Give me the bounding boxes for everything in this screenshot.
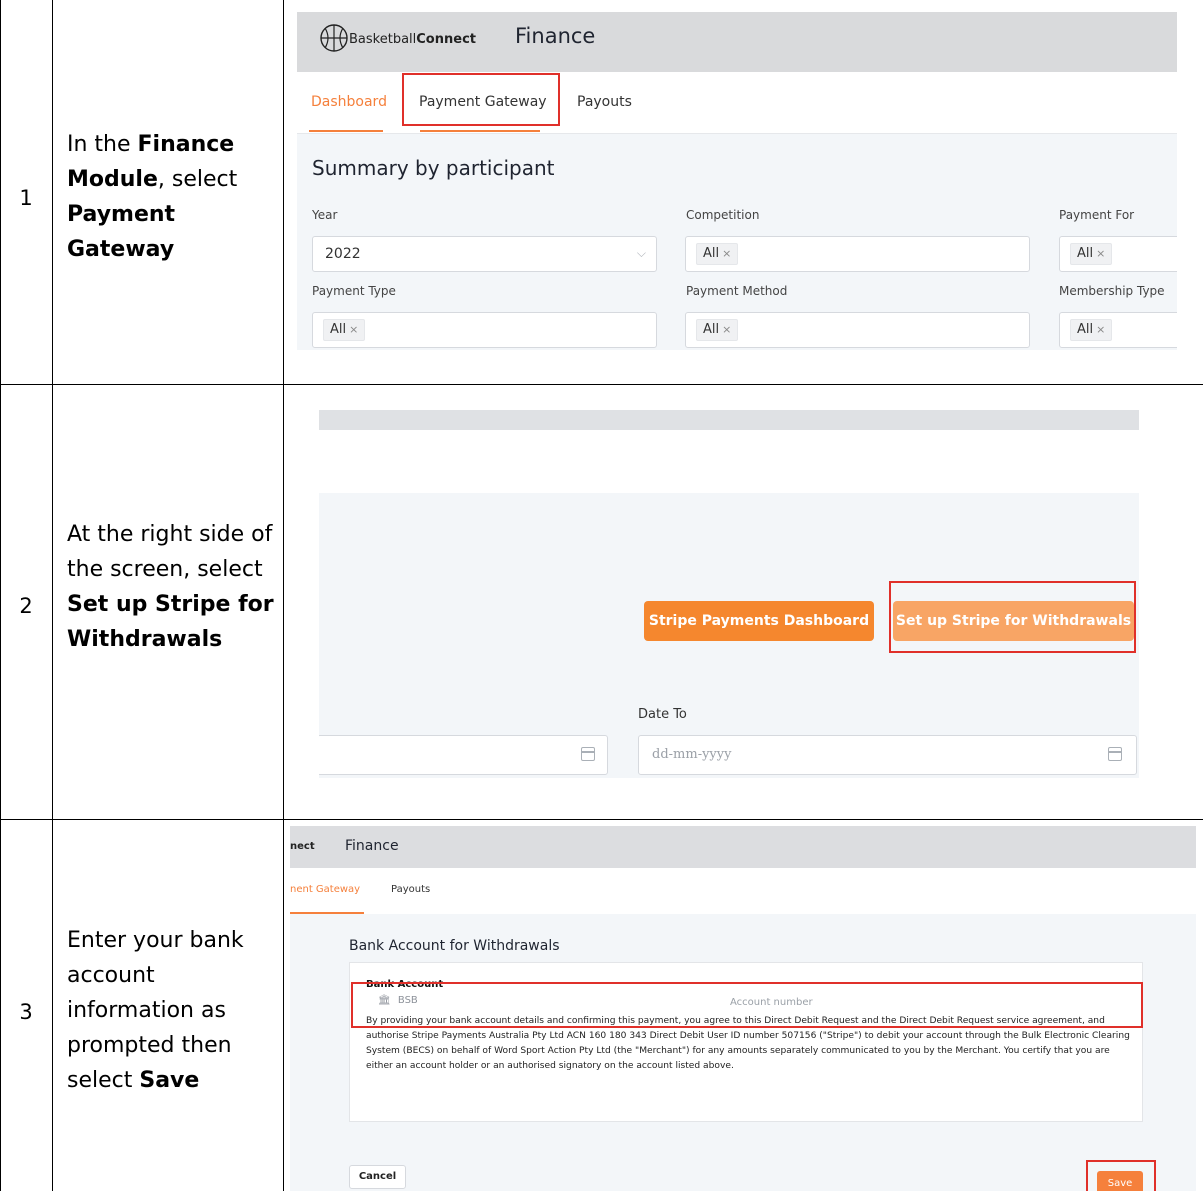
table-divider-number xyxy=(52,0,53,1191)
tab-payment-gateway-underline xyxy=(420,130,540,132)
filter-tag: All × xyxy=(323,319,366,341)
tab-payment-gateway[interactable]: nent Gateway xyxy=(290,884,360,895)
highlight-box xyxy=(351,982,1143,1028)
module-title: Finance xyxy=(515,24,596,48)
table-row-divider-1 xyxy=(0,384,1203,385)
step-number: 3 xyxy=(19,1000,33,1024)
filter-tag: All × xyxy=(1070,319,1113,341)
payment-method-label: Payment Method xyxy=(686,284,788,298)
cancel-button[interactable]: Cancel xyxy=(349,1165,406,1189)
membership-type-label: Membership Type xyxy=(1059,284,1165,298)
step-text-part: In the xyxy=(67,132,138,157)
app-header: nect Finance xyxy=(290,826,1196,868)
step-number: 2 xyxy=(19,594,33,618)
stripe-dashboard-button[interactable]: Stripe Payments Dashboard xyxy=(644,601,874,641)
step-text-part: At the right side of the screen, select xyxy=(67,522,273,582)
chevron-down-icon: ⌵ xyxy=(636,246,646,260)
highlight-box xyxy=(1086,1160,1156,1191)
step-text-part: , select xyxy=(157,167,238,192)
step-text-bold: Payment Gateway xyxy=(67,202,176,262)
tag-label: All xyxy=(703,246,720,261)
payment-gateway-screenshot: Stripe Payments Dashboard Set up Stripe … xyxy=(319,410,1139,778)
tag-label: All xyxy=(703,322,720,337)
bank-account-screenshot: nect Finance nent Gateway Payouts Bank A… xyxy=(290,826,1196,1191)
tag-label: All xyxy=(1077,322,1094,337)
step-instruction: In the Finance Module, select Payment Ga… xyxy=(67,127,277,267)
step-text-bold: Save xyxy=(139,1068,200,1093)
table-divider-text xyxy=(283,0,284,1191)
filter-tag: All × xyxy=(696,243,739,265)
tab-payouts[interactable]: Payouts xyxy=(577,94,632,110)
year-select[interactable]: 2022 ⌵ xyxy=(312,236,657,272)
date-to-label: Date To xyxy=(638,707,687,722)
close-icon[interactable]: × xyxy=(349,323,358,336)
filter-tag: All × xyxy=(1070,243,1113,265)
payment-for-label: Payment For xyxy=(1059,208,1135,222)
filter-tag: All × xyxy=(696,319,739,341)
year-value: 2022 xyxy=(325,246,361,262)
table-row-divider-2 xyxy=(0,819,1203,820)
close-icon[interactable]: × xyxy=(1096,323,1105,336)
close-icon[interactable]: × xyxy=(722,247,731,260)
step-instruction: At the right side of the screen, select … xyxy=(67,517,277,657)
calendar-icon[interactable] xyxy=(1108,747,1122,761)
finance-dashboard-screenshot: BasketballConnect Finance Dashboard Paym… xyxy=(297,12,1177,350)
brand-text-regular: Basketball xyxy=(349,32,417,47)
competition-label: Competition xyxy=(686,208,760,222)
tab-dashboard-underline xyxy=(309,130,383,132)
date-from-input[interactable] xyxy=(319,735,608,775)
step-instruction: Enter your bank account information as p… xyxy=(67,923,277,1098)
step-text-bold: Set up Stripe for Withdrawals xyxy=(67,592,274,652)
module-title: Finance xyxy=(345,838,399,854)
brand-logo-text: nect xyxy=(290,841,315,852)
highlight-box xyxy=(889,581,1136,653)
date-placeholder: dd-mm-yyyy xyxy=(652,747,732,762)
highlight-box xyxy=(402,73,560,126)
payment-for-select[interactable]: All × xyxy=(1059,236,1177,272)
payment-type-label: Payment Type xyxy=(312,284,396,298)
competition-select[interactable]: All × xyxy=(685,236,1030,272)
membership-type-select[interactable]: All × xyxy=(1059,312,1177,348)
tag-label: All xyxy=(330,322,347,337)
brand-text-bold: Connect xyxy=(416,32,476,47)
year-label: Year xyxy=(312,208,338,222)
app-header: BasketballConnect Finance xyxy=(297,12,1177,72)
tag-label: All xyxy=(1077,246,1094,261)
bank-account-heading: Bank Account for Withdrawals xyxy=(349,938,560,954)
tab-payouts[interactable]: Payouts xyxy=(391,884,430,895)
brand-logo-text: BasketballConnect xyxy=(349,32,476,47)
summary-heading: Summary by participant xyxy=(312,156,555,180)
close-icon[interactable]: × xyxy=(722,323,731,336)
tab-active-underline xyxy=(290,912,364,914)
close-icon[interactable]: × xyxy=(1096,247,1105,260)
tab-dashboard[interactable]: Dashboard xyxy=(311,94,387,110)
payment-method-select[interactable]: All × xyxy=(685,312,1030,348)
calendar-icon[interactable] xyxy=(581,747,595,761)
date-to-input[interactable]: dd-mm-yyyy xyxy=(638,735,1137,775)
app-header xyxy=(319,410,1139,430)
finance-tabs: nent Gateway Payouts xyxy=(290,868,1196,914)
payment-type-select[interactable]: All × xyxy=(312,312,657,348)
step-number: 1 xyxy=(19,186,33,210)
